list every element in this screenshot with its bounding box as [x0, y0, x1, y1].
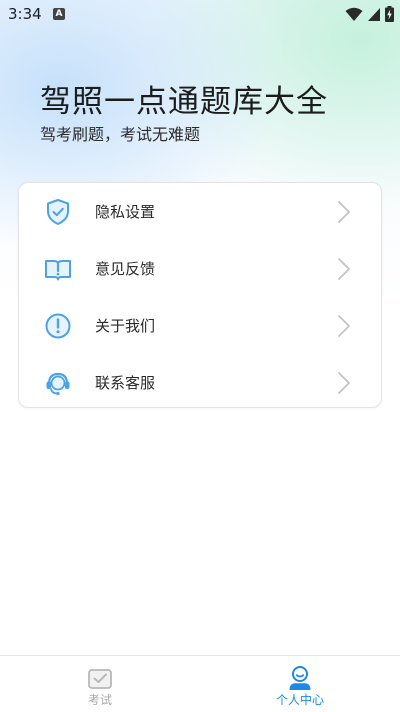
- info-exclamation-icon: [45, 313, 71, 339]
- bottom-navigation: 考试 个人中心: [0, 655, 400, 712]
- status-time: 3:34: [8, 5, 42, 23]
- status-notification-badge: A: [53, 8, 65, 20]
- shield-check-icon: [47, 199, 69, 225]
- exam-checkbox-icon: [88, 669, 112, 689]
- menu-item-label: 隐私设置: [95, 203, 156, 221]
- battery-charging-icon: [385, 6, 394, 22]
- cell-signal-icon: [368, 7, 380, 21]
- menu-item-about-us[interactable]: 关于我们: [19, 297, 381, 354]
- menu-item-contact-support[interactable]: 联系客服: [19, 354, 381, 411]
- tab-profile[interactable]: 个人中心: [200, 656, 400, 712]
- app-title: 驾照一点通题库大全: [40, 84, 328, 120]
- tab-exam[interactable]: 考试: [0, 656, 200, 712]
- chevron-right-icon: [338, 315, 350, 337]
- chevron-right-icon: [338, 372, 350, 394]
- settings-menu-card: 隐私设置 意见反馈 关于我们 联系客服: [18, 182, 382, 408]
- user-profile-icon: [289, 666, 311, 690]
- status-icons: [345, 6, 394, 22]
- chevron-right-icon: [338, 258, 350, 280]
- tab-label: 考试: [87, 693, 112, 707]
- menu-item-feedback[interactable]: 意见反馈: [19, 240, 381, 297]
- headset-icon: [46, 372, 70, 396]
- menu-item-privacy-settings[interactable]: 隐私设置: [19, 183, 381, 240]
- tab-label: 个人中心: [275, 693, 324, 707]
- feedback-book-icon: [45, 260, 71, 281]
- screen: 3:34 A 驾照一点通题库大全 驾考刷题，考试无难题 隐私设置 意见反馈 关于…: [0, 0, 400, 712]
- menu-item-label: 关于我们: [95, 317, 156, 335]
- chevron-right-icon: [338, 201, 350, 223]
- menu-item-label: 联系客服: [95, 374, 156, 392]
- app-subtitle: 驾考刷题，考试无难题: [40, 125, 201, 144]
- status-bar: 3:34 A: [0, 0, 400, 30]
- wifi-icon: [345, 7, 363, 21]
- menu-item-label: 意见反馈: [95, 260, 156, 278]
